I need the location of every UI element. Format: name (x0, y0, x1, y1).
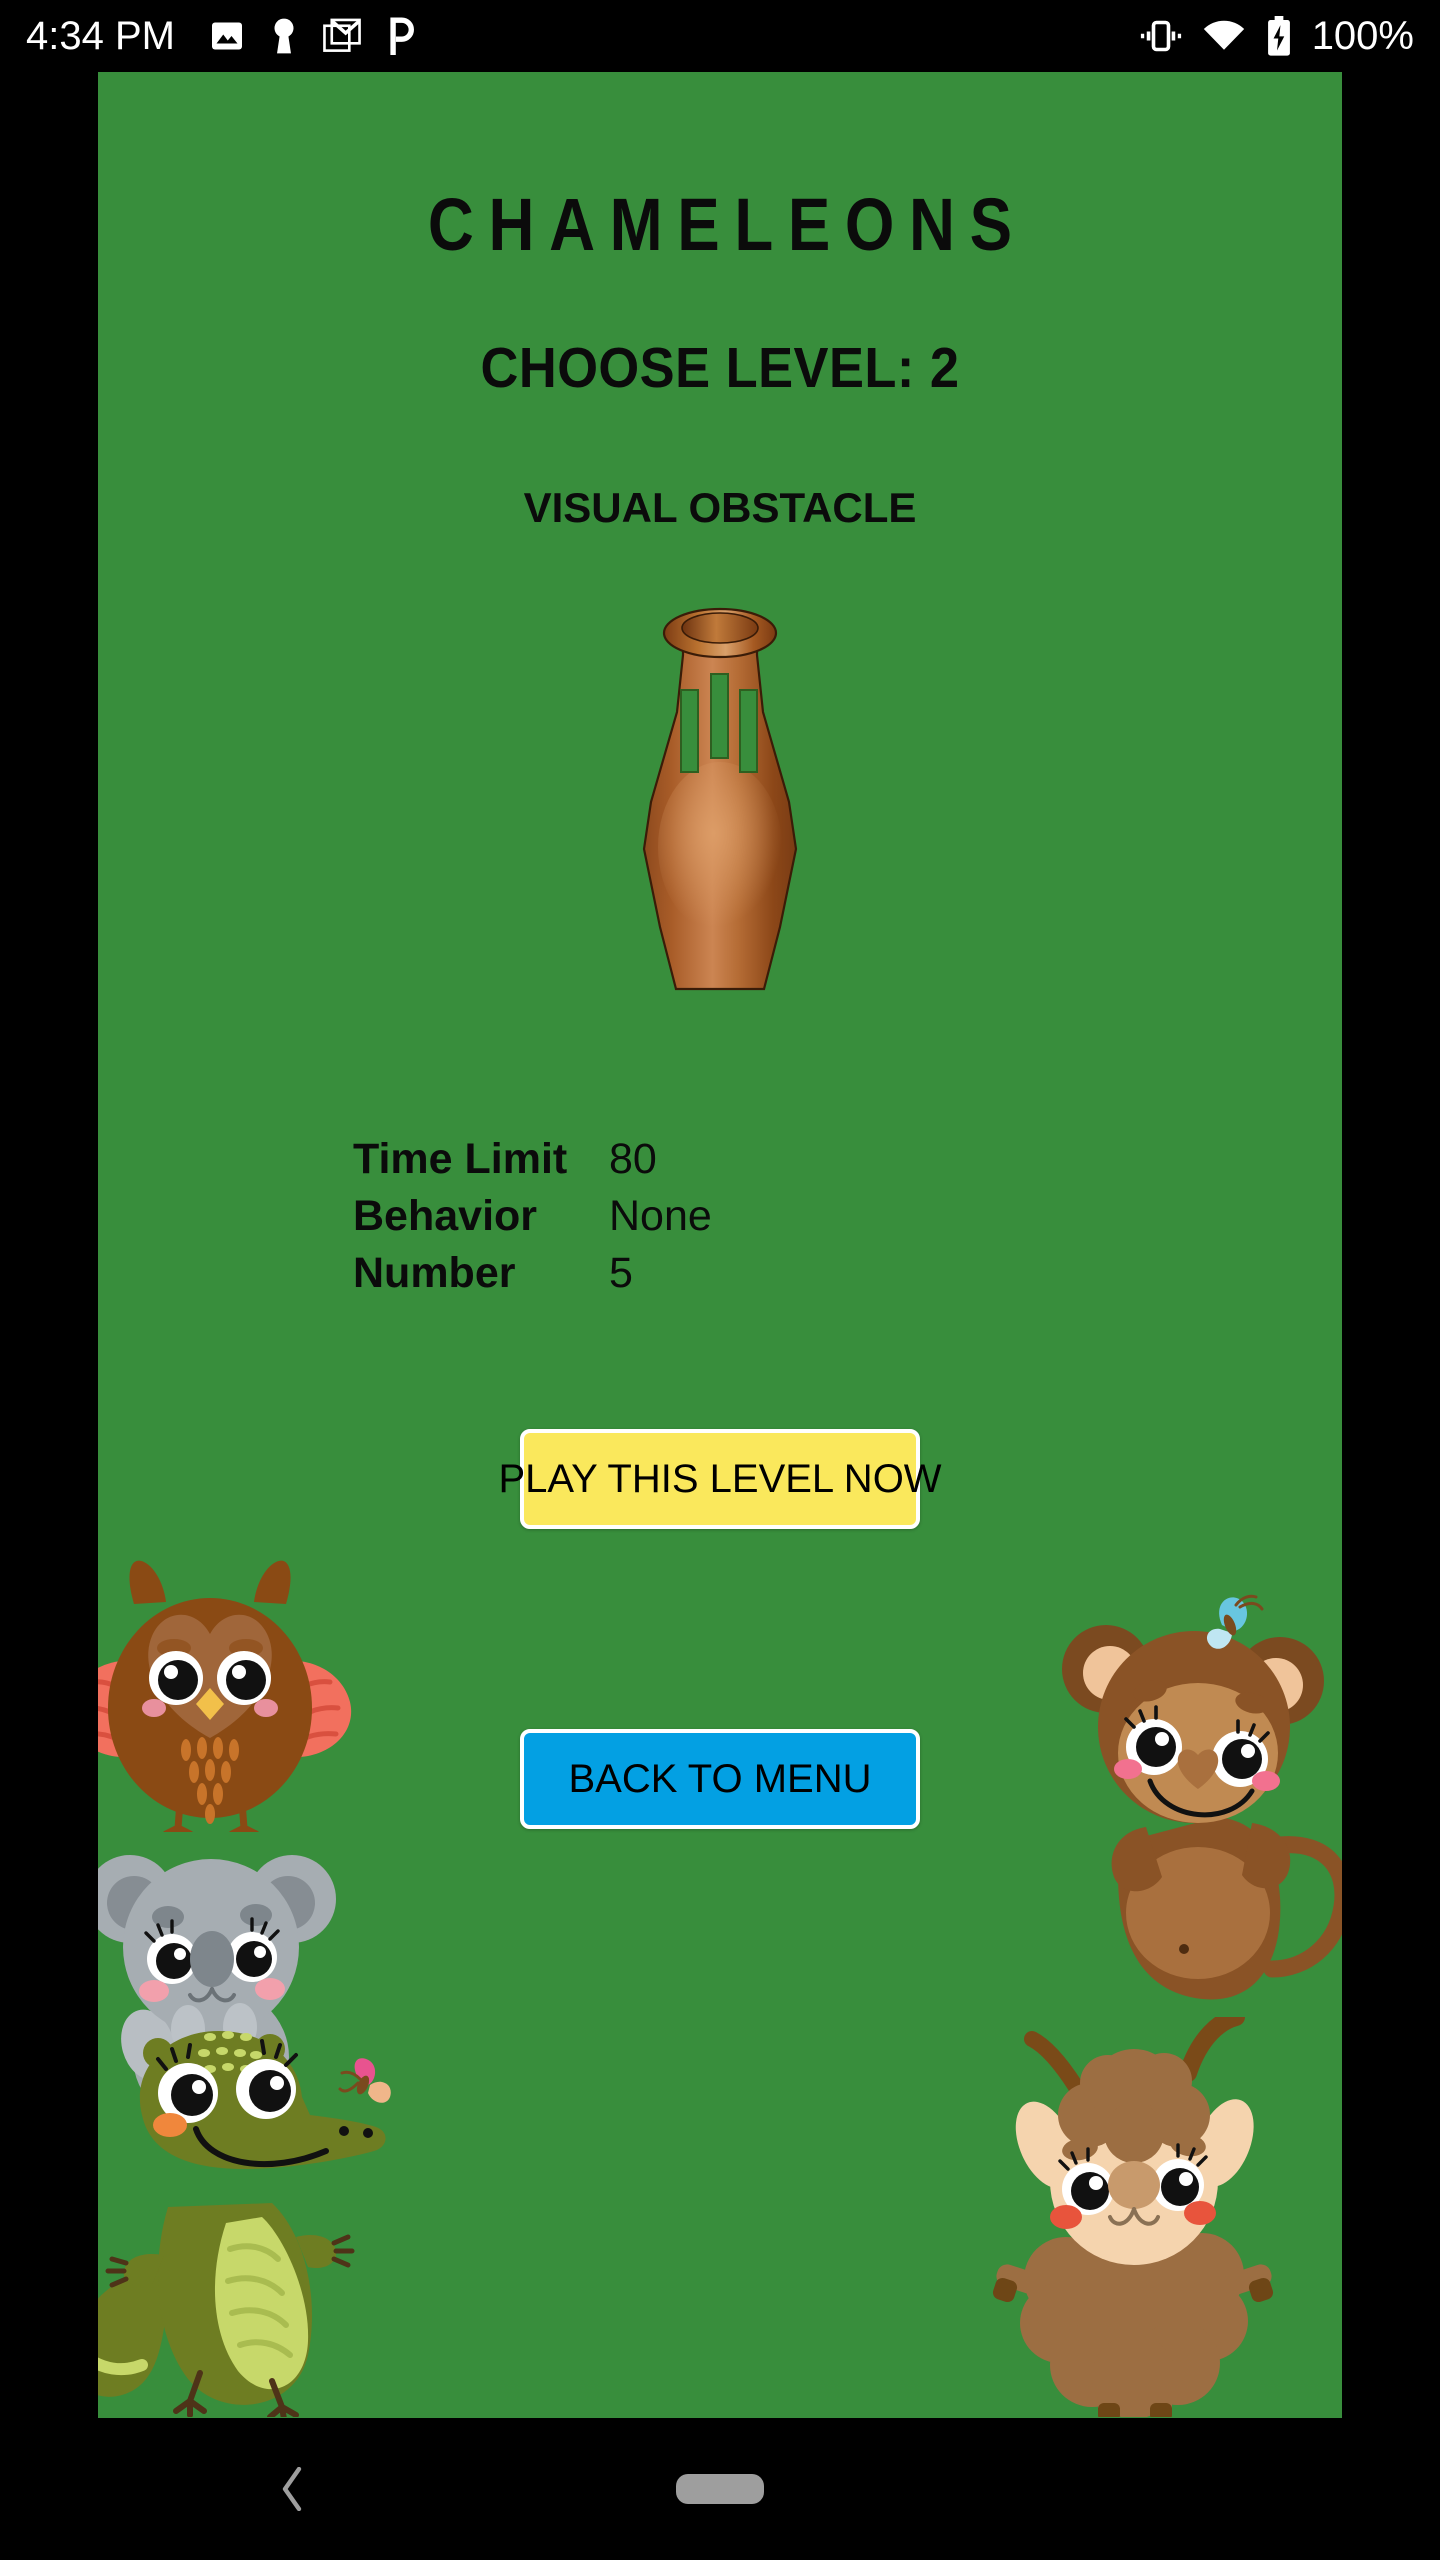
play-this-level-button[interactable]: PLAY THIS LEVEL NOW (498, 1429, 942, 1529)
amphora-vase-icon (620, 597, 820, 997)
battery-percentage: 100% (1311, 13, 1414, 58)
game-app-area: CHAMELEONS CHOOSE LEVEL: 2 VISUAL OBSTAC… (98, 72, 1342, 2418)
stat-value: 5 (609, 1249, 633, 1297)
status-system-icons: 100% (1140, 14, 1414, 59)
crocodile-illustration (98, 1997, 408, 2418)
keyhole-icon (269, 17, 299, 55)
table-row: Behavior None (353, 1192, 973, 1249)
gmail-icon (323, 18, 361, 54)
level-heading: CHOOSE LEVEL: 2 (480, 336, 960, 400)
level-stats-table: Time Limit 80 Behavior None Number 5 (353, 1135, 973, 1306)
vibrate-icon (1140, 18, 1182, 54)
alpaca-illustration (988, 2008, 1278, 2418)
p-app-icon (385, 17, 417, 55)
table-row: Time Limit 80 (353, 1135, 973, 1192)
owl-illustration (98, 1512, 360, 1840)
status-bar: 4:34 PM 100% (0, 0, 1440, 72)
stat-label: Time Limit (353, 1135, 568, 1183)
wifi-icon (1202, 19, 1246, 53)
image-icon (209, 18, 245, 54)
back-chevron-icon[interactable] (268, 2459, 318, 2519)
back-to-menu-button[interactable]: BACK TO MENU (520, 1729, 920, 1829)
status-clock: 4:34 PM (26, 13, 175, 58)
stat-value: None (609, 1192, 712, 1240)
stat-label: Behavior (353, 1192, 538, 1240)
status-notification-icons (209, 17, 417, 55)
home-pill-button[interactable] (676, 2474, 764, 2504)
obstacle-type-label: VISUAL OBSTACLE (523, 484, 917, 531)
stat-value: 80 (609, 1135, 657, 1183)
phone-screen: 4:34 PM 100% CHAMELEONS CHOOSE LEVEL: 2 … (0, 0, 1440, 2560)
monkey-illustration (1058, 1577, 1342, 2017)
system-navigation-bar (0, 2418, 1440, 2560)
battery-charging-icon (1266, 16, 1292, 56)
stat-label: Number (353, 1249, 516, 1297)
page-title: CHAMELEONS (427, 183, 1027, 266)
table-row: Number 5 (353, 1249, 973, 1306)
